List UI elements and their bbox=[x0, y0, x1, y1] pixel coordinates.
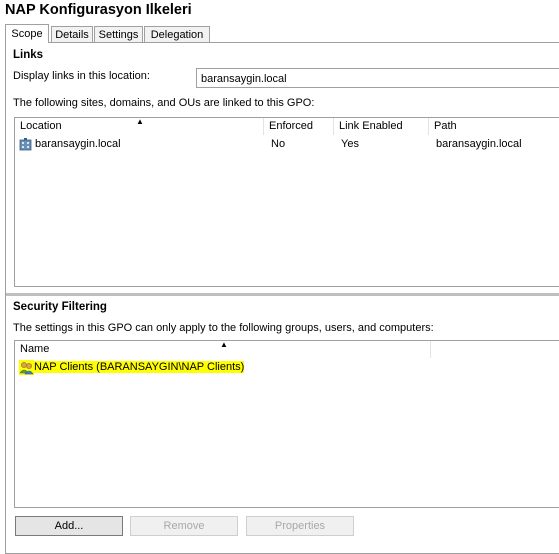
link-location: baransaygin.local bbox=[35, 138, 121, 150]
display-links-label: Display links in this location: bbox=[13, 70, 150, 82]
tab-details[interactable]: Details bbox=[51, 26, 93, 43]
scope-panel: Links Display links in this location: ba… bbox=[5, 42, 559, 554]
column-enforced[interactable]: Enforced bbox=[264, 118, 334, 135]
security-description: The settings in this GPO can only apply … bbox=[13, 322, 434, 334]
sort-ascending-icon: ▲ bbox=[220, 340, 228, 349]
security-principal-label: NAP Clients (BARANSAYGIN\NAP Clients) bbox=[34, 361, 245, 373]
remove-button[interactable]: Remove bbox=[130, 516, 238, 536]
link-enforced: No bbox=[271, 138, 286, 150]
properties-button[interactable]: Properties bbox=[246, 516, 354, 536]
security-principal-name: NAP Clients (BARANSAYGIN\NAP Clients) bbox=[32, 359, 245, 376]
column-link-enabled[interactable]: Link Enabled bbox=[334, 118, 429, 135]
link-enabled: Yes bbox=[341, 138, 359, 150]
column-path[interactable]: Path bbox=[429, 118, 559, 135]
links-list[interactable]: Location ▲ Enforced Link Enabled Path ba… bbox=[14, 117, 559, 287]
table-row[interactable]: NAP Clients (BARANSAYGIN\NAP Clients) bbox=[15, 359, 559, 376]
tab-settings[interactable]: Settings bbox=[94, 26, 143, 43]
link-path: baransaygin.local bbox=[436, 138, 522, 150]
table-row[interactable]: baransaygin.local No Yes baransaygin.loc… bbox=[15, 136, 559, 153]
links-heading: Links bbox=[13, 49, 44, 61]
section-splitter[interactable] bbox=[6, 293, 559, 296]
security-list[interactable]: Name ▲ NAP Clients (BARANSAYGIN\NAP Clie… bbox=[14, 340, 559, 508]
links-description: The following sites, domains, and OUs ar… bbox=[13, 97, 315, 109]
gpo-title: NAP Konfigurasyon Ilkeleri bbox=[5, 2, 192, 18]
tab-scope[interactable]: Scope bbox=[5, 24, 49, 43]
sort-ascending-icon: ▲ bbox=[136, 117, 144, 126]
security-filtering-heading: Security Filtering bbox=[13, 301, 107, 313]
tab-delegation[interactable]: Delegation bbox=[144, 26, 210, 43]
display-links-dropdown[interactable]: baransaygin.local bbox=[196, 68, 559, 88]
security-list-header: Name ▲ bbox=[15, 340, 559, 358]
links-list-header: Location ▲ Enforced Link Enabled Path bbox=[15, 117, 559, 135]
add-button[interactable]: Add... bbox=[15, 516, 123, 536]
